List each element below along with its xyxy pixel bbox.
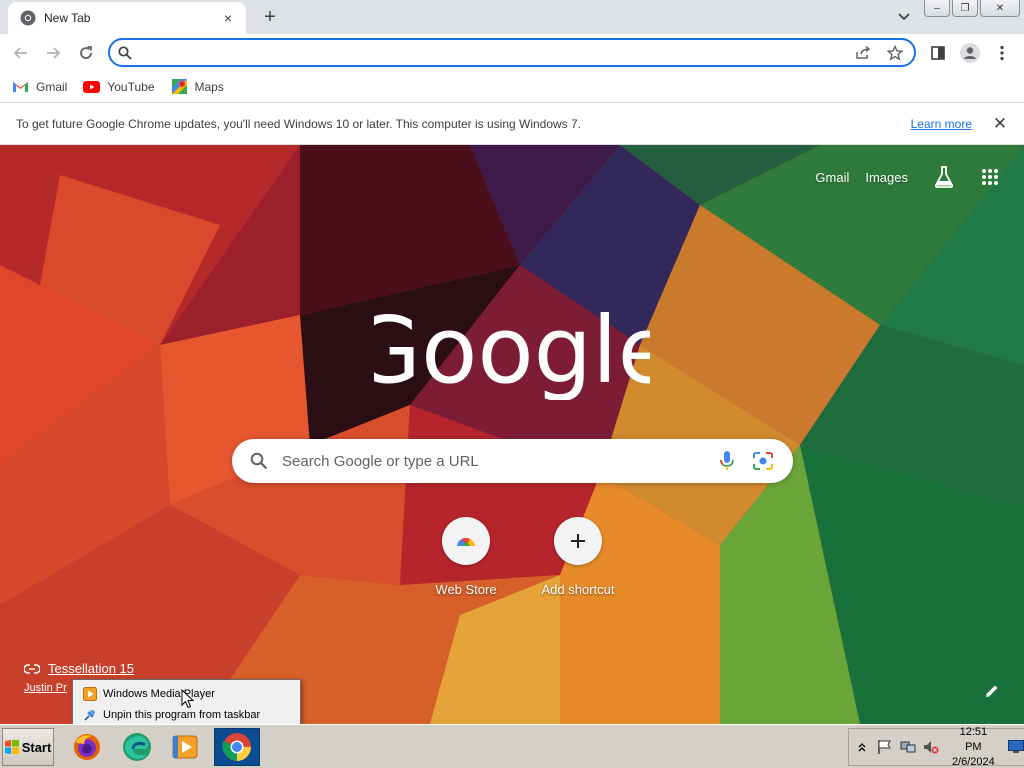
three-dots-vertical-icon (1000, 45, 1004, 61)
unpin-icon (82, 707, 98, 723)
taskbar-jump-list: Windows Media Player Unpin this program … (72, 679, 301, 727)
back-arrow-icon (13, 47, 27, 59)
volume-muted-icon[interactable] (923, 739, 939, 755)
menu-button[interactable] (989, 40, 1015, 66)
chrome-icon (222, 733, 251, 761)
bookmark-gmail[interactable]: Gmail (12, 80, 67, 94)
shortcut-web-store[interactable]: Web Store (410, 517, 522, 597)
jumplist-label: Windows Media Player (103, 687, 215, 700)
ntp-search-box[interactable] (232, 439, 793, 483)
learn-more-link[interactable]: Learn more (911, 117, 972, 131)
windows-logo-icon (4, 740, 19, 754)
taskbar-chrome[interactable] (214, 728, 260, 766)
back-button[interactable] (8, 40, 34, 66)
browser-toolbar (0, 34, 1024, 71)
start-button[interactable]: Start (2, 728, 54, 766)
maps-icon (171, 79, 188, 94)
wmp-icon (172, 735, 198, 759)
tab-new-tab[interactable]: New Tab × (8, 2, 246, 34)
profile-avatar-icon (960, 43, 980, 63)
youtube-icon (83, 80, 101, 94)
infobar-message: To get future Google Chrome updates, you… (16, 116, 582, 131)
new-tab-page: Gmail Images Google Web Store (0, 145, 1024, 724)
minimize-button[interactable]: – (924, 0, 950, 17)
bookmark-star-icon[interactable] (884, 42, 906, 64)
attribution-title-link[interactable]: Tessellation 15 (24, 661, 134, 676)
wmp-icon (82, 686, 98, 702)
link-icon (24, 663, 40, 674)
tab-search-chevron-icon[interactable] (894, 7, 914, 27)
taskbar-windows-media-player[interactable] (162, 728, 208, 766)
bookmarks-bar: Gmail YouTube Maps (0, 71, 1024, 102)
clock-date: 2/6/2024 (951, 755, 995, 768)
forward-arrow-icon (47, 47, 61, 59)
gmail-link[interactable]: Gmail (815, 170, 849, 185)
voice-search-mic-icon[interactable] (715, 449, 739, 473)
close-window-button[interactable]: ✕ (980, 0, 1020, 17)
windows-taskbar: Start 12:51 PM 2/6/2024 (0, 724, 1024, 768)
images-link[interactable]: Images (865, 170, 908, 185)
ntp-top-bar: Gmail Images (815, 165, 1024, 189)
reload-icon (80, 46, 92, 59)
taskbar-firefox[interactable] (64, 728, 110, 766)
tab-title: New Tab (44, 11, 91, 25)
start-label: Start (21, 739, 52, 755)
firefox-icon (74, 734, 100, 760)
tab-strip: New Tab × + – ❐ ✕ (0, 0, 1024, 34)
bookmark-maps[interactable]: Maps (171, 79, 224, 94)
bookmark-label: Maps (194, 79, 224, 94)
chrome-icon (20, 10, 36, 26)
share-icon[interactable] (852, 42, 874, 64)
gmail-icon (12, 80, 29, 94)
clock-time: 12:51 PM (959, 725, 988, 753)
labs-flask-icon[interactable] (932, 165, 956, 189)
bookmark-label: Gmail (36, 79, 68, 94)
shortcuts-row: Web Store Add shortcut (410, 517, 634, 597)
network-icon[interactable] (900, 739, 916, 755)
reload-button[interactable] (73, 40, 99, 66)
forward-button[interactable] (40, 40, 66, 66)
address-bar[interactable] (108, 38, 916, 67)
shortcut-label: Web Store (435, 582, 497, 597)
svg-text:Google: Google (374, 300, 650, 400)
side-panel-icon (931, 46, 945, 60)
update-infobar: To get future Google Chrome updates, you… (0, 102, 1024, 145)
mouse-cursor-icon (181, 689, 195, 709)
edge-icon (123, 733, 151, 761)
window-controls: – ❐ ✕ (924, 0, 1020, 17)
address-input[interactable] (140, 45, 852, 60)
search-icon (250, 452, 268, 470)
search-icon (118, 45, 132, 60)
jumplist-label: Unpin this program from taskbar (103, 708, 261, 721)
action-center-flag-icon[interactable] (877, 739, 893, 755)
side-panel-button[interactable] (925, 40, 951, 66)
tab-close-icon[interactable]: × (220, 10, 236, 26)
apps-grid-icon[interactable] (978, 165, 1002, 189)
profile-button[interactable] (957, 40, 983, 66)
attribution-title: Tessellation 15 (48, 661, 134, 676)
tessellation-background (0, 145, 1024, 724)
infobar-close-icon[interactable]: ✕ (990, 114, 1010, 134)
taskbar-edge[interactable] (114, 728, 160, 766)
shortcut-tile (554, 517, 602, 565)
restore-button[interactable]: ❐ (952, 0, 978, 17)
shortcut-label: Add shortcut (541, 582, 615, 597)
plus-icon (571, 534, 585, 548)
taskbar-clock[interactable]: 12:51 PM 2/6/2024 (952, 725, 995, 768)
new-tab-button[interactable]: + (258, 5, 282, 29)
customize-pencil-icon[interactable] (982, 681, 1002, 701)
google-logo: Google (374, 300, 650, 400)
shortcut-add[interactable]: Add shortcut (522, 517, 634, 597)
ntp-search-input[interactable] (282, 452, 703, 470)
lens-camera-icon[interactable] (751, 449, 775, 473)
shortcut-tile (442, 517, 490, 565)
system-tray: 12:51 PM 2/6/2024 (848, 725, 1024, 768)
bookmark-label: YouTube (107, 79, 155, 94)
show-desktop-icon[interactable] (1008, 739, 1024, 755)
webstore-icon (455, 538, 477, 549)
bookmark-youtube[interactable]: YouTube (83, 79, 155, 94)
show-hidden-icons-chevron-icon[interactable] (855, 739, 870, 755)
